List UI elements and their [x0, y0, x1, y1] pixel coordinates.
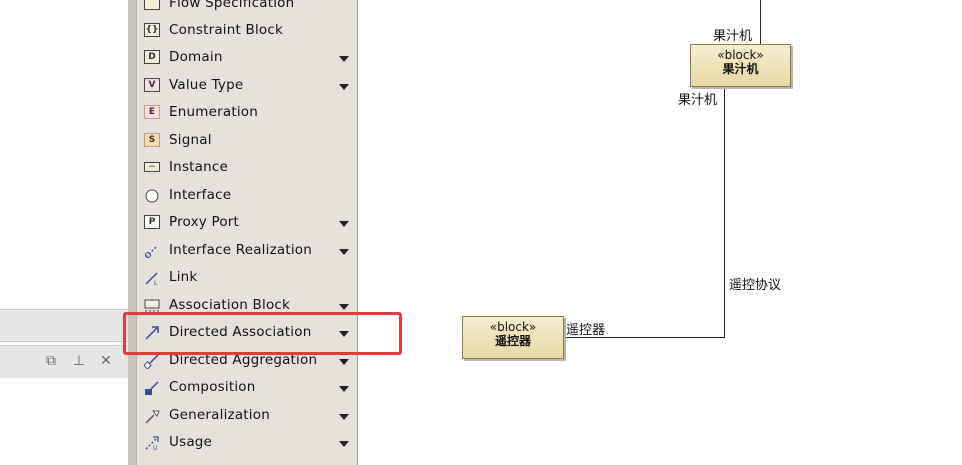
diagram-canvas[interactable]: «block» 果汁机 «block» 遥控器 果汁机 果汁机 遥控协议 遥控器: [364, 0, 962, 465]
enumeration-icon: E: [144, 105, 160, 121]
close-icon[interactable]: ✕: [97, 352, 115, 370]
block-juicer[interactable]: «block» 果汁机: [690, 44, 791, 87]
block-name: 果汁机: [722, 62, 759, 76]
value-type-icon: V: [144, 78, 160, 94]
palette-item-signal[interactable]: S Signal: [138, 129, 356, 153]
constraint-block-icon: {}: [144, 23, 160, 37]
instance-icon: —: [144, 160, 160, 176]
flow-specification-icon: [144, 0, 160, 12]
chevron-down-icon[interactable]: [339, 249, 349, 255]
chevron-down-icon[interactable]: [339, 414, 349, 420]
proxy-port-icon: P: [144, 215, 160, 231]
connector-top: [760, 0, 761, 44]
svg-text:U: U: [153, 445, 157, 451]
palette-item-flow-specification[interactable]: Flow Specification: [138, 0, 356, 16]
usage-icon: U: [144, 435, 160, 452]
palette-item-interface[interactable]: Interface: [138, 184, 356, 208]
chevron-down-icon[interactable]: [339, 221, 349, 227]
palette-item-link[interactable]: L Link: [138, 266, 356, 290]
palette-item-partial: [138, 458, 356, 465]
block-remote[interactable]: «block» 遥控器: [462, 316, 564, 359]
diagram-palette: Flow Specification {} Constraint Block D…: [128, 0, 365, 465]
link-icon: L: [144, 270, 160, 287]
chevron-down-icon[interactable]: [339, 304, 349, 310]
svg-text:L: L: [154, 280, 158, 286]
palette-item-domain[interactable]: D Domain: [138, 46, 356, 70]
block-stereotype: «block»: [489, 320, 537, 334]
chevron-down-icon[interactable]: [339, 441, 349, 447]
signal-icon: S: [144, 133, 160, 149]
left-panel-tab-strip: [0, 309, 128, 342]
interface-realization-icon: [144, 243, 160, 259]
block-stereotype: «block»: [717, 48, 764, 62]
interface-icon: [144, 188, 160, 204]
palette-item-instance[interactable]: — Instance: [138, 156, 356, 180]
chevron-down-icon[interactable]: [339, 359, 349, 365]
association-name-label: 遥控协议: [729, 278, 782, 293]
role-label-remote: 遥控器: [566, 323, 606, 338]
composition-icon: [144, 380, 160, 396]
domain-icon: D: [144, 50, 160, 66]
palette-item-proxy-port[interactable]: P Proxy Port: [138, 211, 356, 235]
role-label-juicer-top: 果汁机: [713, 29, 753, 44]
chevron-down-icon[interactable]: [339, 56, 349, 62]
left-panel: ⧉ ⊥ ✕: [0, 309, 128, 378]
pin-icon[interactable]: ⊥: [70, 352, 88, 370]
palette-item-composition[interactable]: Composition: [138, 376, 356, 400]
highlight-directed-association: [123, 312, 402, 355]
chevron-down-icon[interactable]: [339, 386, 349, 392]
association-vertical[interactable]: [724, 88, 725, 338]
restore-icon[interactable]: ⧉: [42, 352, 60, 370]
block-name: 遥控器: [494, 334, 531, 348]
palette-item-constraint-block[interactable]: {} Constraint Block: [138, 19, 356, 43]
palette-item-usage[interactable]: U Usage: [138, 431, 356, 455]
generalization-icon: [144, 408, 160, 424]
chevron-down-icon[interactable]: [339, 84, 349, 90]
directed-aggregation-icon: [143, 353, 160, 370]
palette-item-value-type[interactable]: V Value Type: [138, 74, 356, 98]
role-label-juicer: 果汁机: [678, 93, 718, 108]
palette-item-interface-realization[interactable]: Interface Realization: [138, 239, 356, 263]
palette-item-generalization[interactable]: Generalization: [138, 404, 356, 428]
palette-item-enumeration[interactable]: E Enumeration: [138, 101, 356, 125]
